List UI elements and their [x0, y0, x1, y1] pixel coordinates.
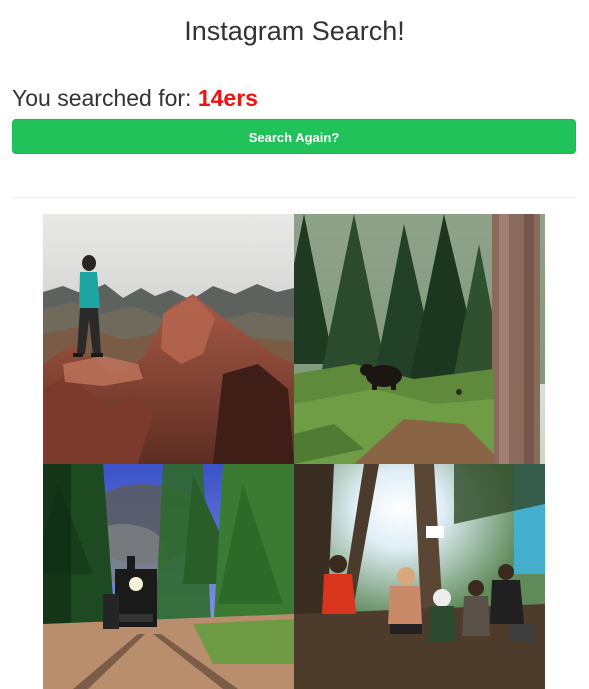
- photo-hiker-on-summit[interactable]: [43, 214, 294, 464]
- photo-steam-train[interactable]: [43, 464, 294, 689]
- photo-bear-in-forest[interactable]: [294, 214, 545, 464]
- results-grid: [43, 214, 545, 689]
- search-again-button[interactable]: Search Again?: [12, 119, 576, 154]
- search-summary: You searched for: 14ers: [12, 84, 258, 112]
- search-summary-label: You searched for:: [12, 85, 198, 111]
- page-title: Instagram Search!: [184, 16, 405, 46]
- search-term: 14ers: [197, 85, 258, 111]
- photo-group-of-hikers[interactable]: [294, 464, 545, 689]
- divider: [12, 197, 576, 198]
- page: Instagram Search! You searched for: 14er…: [0, 0, 589, 689]
